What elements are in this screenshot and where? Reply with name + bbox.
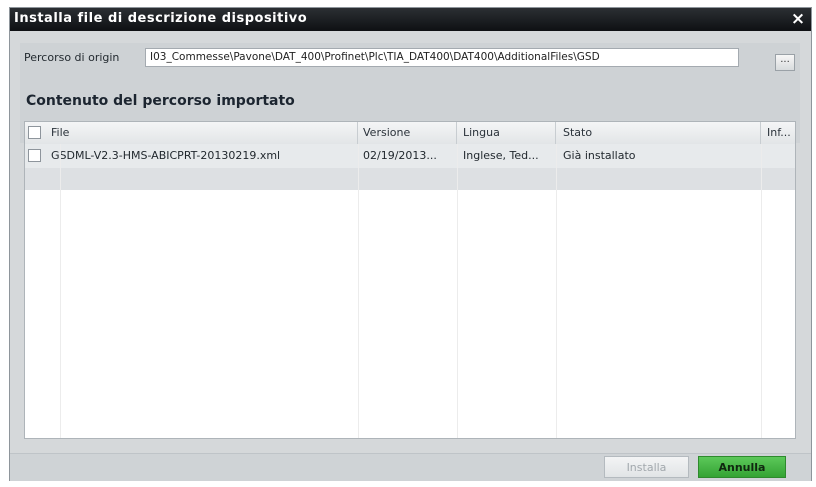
column-divider [556, 144, 557, 438]
row-status: Già installato [563, 149, 636, 162]
column-label-info: Inf... [767, 126, 791, 139]
column-header-version[interactable]: Versione [358, 122, 457, 144]
close-icon[interactable]: × [788, 9, 808, 29]
column-divider [457, 144, 458, 438]
gsd-file-table: File Versione Lingua Stato Inf... GSDML-… [24, 121, 796, 439]
column-label-file: File [51, 126, 70, 139]
column-divider [60, 144, 61, 438]
cancel-button[interactable]: Annulla [698, 456, 786, 478]
dialog-footer [10, 453, 811, 481]
column-header-language[interactable]: Lingua [457, 122, 556, 144]
row-checkbox[interactable] [28, 149, 41, 162]
column-header-file[interactable]: File [25, 122, 358, 144]
dialog-title: Installa file di descrizione dispositivo [14, 11, 308, 26]
column-divider [358, 144, 359, 438]
row-file: GSDML-V2.3-HMS-ABICPRT-20130219.xml [51, 149, 281, 162]
imported-content-title: Contenuto del percorso importato [26, 93, 295, 109]
source-path-label: Percorso di origin [24, 51, 120, 64]
table-header: File Versione Lingua Stato Inf... [25, 122, 795, 145]
column-divider [761, 144, 762, 438]
source-path-input[interactable]: I03_Commesse\Pavone\DAT_400\Profinet\Plc… [145, 48, 739, 67]
browse-button[interactable]: ... [775, 54, 795, 71]
row-language: Inglese, Ted... [463, 149, 539, 162]
column-label-status: Stato [563, 126, 593, 139]
column-label-version: Versione [363, 126, 411, 139]
table-row[interactable]: GSDML-V2.3-HMS-ABICPRT-20130219.xml 02/1… [25, 144, 795, 169]
select-all-checkbox[interactable] [28, 126, 41, 139]
column-header-status[interactable]: Stato [556, 122, 761, 144]
column-header-info[interactable]: Inf... [761, 122, 795, 144]
install-gsd-dialog: Installa file di descrizione dispositivo… [9, 7, 812, 481]
table-row-empty [25, 168, 795, 190]
row-version: 02/19/2013... [363, 149, 437, 162]
column-label-language: Lingua [463, 126, 500, 139]
title-bar: Installa file di descrizione dispositivo… [10, 8, 811, 31]
install-button[interactable]: Installa [604, 456, 689, 478]
